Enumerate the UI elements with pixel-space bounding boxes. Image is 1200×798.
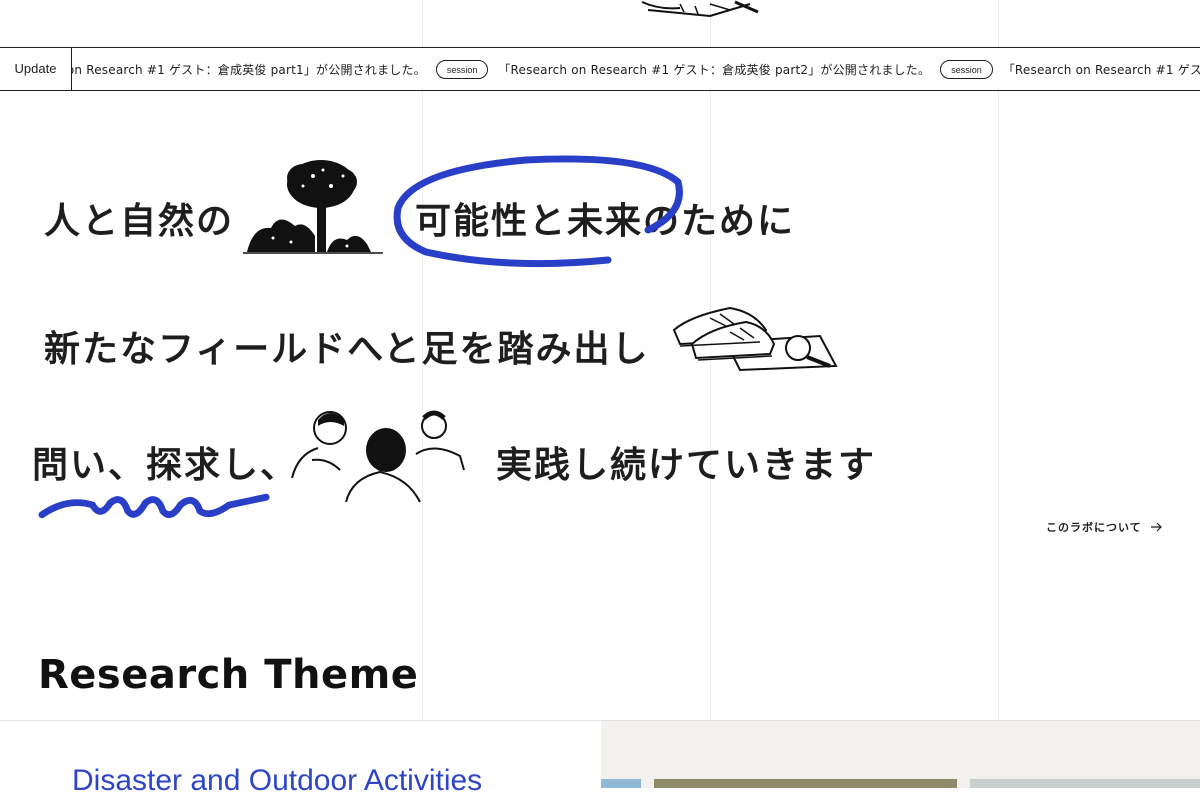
ticker-item-text[interactable]: 「Research on Research #1 ゲスト：倉成英俊 part1」… [1003,61,1200,78]
ticker-item-tag[interactable]: session [435,59,489,79]
hero-line-1a: 人と自然の [44,201,235,242]
ticker-item-text[interactable]: 「Research on Research #1 ゲスト：倉成英俊 part2」… [498,61,930,78]
blue-circle-scribble [393,155,683,268]
arrow-right-icon [1150,522,1162,532]
tree-illustration [243,160,383,254]
theme-image-panel [601,721,1200,788]
hero-line-3a: 問い、探求し、 [32,445,299,486]
about-lab-link-label[interactable]: このラボについて [1046,519,1142,535]
theme-card-title[interactable]: Disaster and Outdoor Activities [72,764,482,798]
grid-line [998,0,999,720]
blue-wave-scribble [38,493,270,519]
map-magnifier-illustration [641,0,759,18]
theme-thumbnail[interactable] [601,779,641,788]
theme-thumbnail[interactable] [654,779,957,788]
ticker-track: 「Research on Research #1 ゲスト：倉成英俊 part1」… [0,48,1200,90]
section-title: Research Theme [38,652,419,698]
ticker-item[interactable]: 「Research on Research #1 ゲスト：倉成英俊 part1」… [0,59,489,79]
ticker-item-tag[interactable]: session [940,59,993,79]
about-lab-link[interactable]: このラボについて [1046,519,1162,535]
people-conversation-illustration [291,410,465,503]
hero-line-3b: 実践し続けていきます [496,445,877,486]
ticker-label: Update [0,48,72,90]
theme-thumbnail[interactable] [970,779,1200,788]
update-ticker: 「Research on Research #1 ゲスト：倉成英俊 part1」… [0,47,1200,91]
ticker-item[interactable]: 「Research on Research #1 ゲスト：倉成英俊 part2」… [498,59,993,79]
ticker-item[interactable]: 「Research on Research #1 ゲスト：倉成英俊 part1」… [1003,60,1200,79]
hero-line-2: 新たなフィールドへと足を踏み出し [44,329,650,370]
sneakers-map-illustration [672,306,838,372]
